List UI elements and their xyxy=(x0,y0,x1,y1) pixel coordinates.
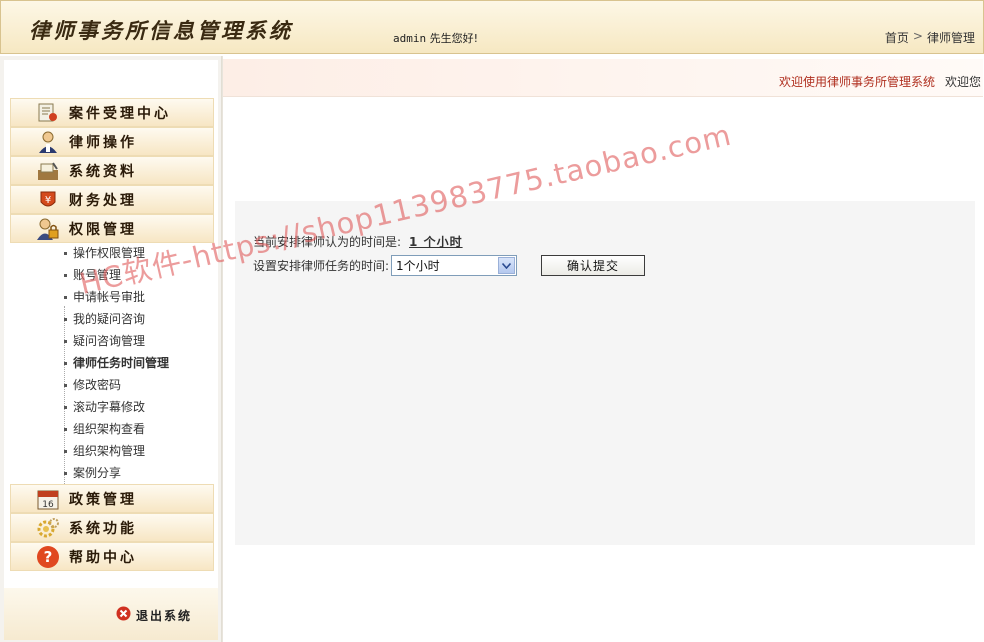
submenu-item[interactable]: 组织架构管理 xyxy=(64,439,145,461)
case-icon xyxy=(35,101,61,125)
bullet-icon xyxy=(64,361,67,365)
breadcrumb-current: 律师管理 xyxy=(926,31,975,45)
menu-label: 政策管理 xyxy=(69,491,137,508)
logout-area: 退出系统 xyxy=(4,588,218,640)
menu-case-center[interactable]: 案件受理中心 xyxy=(10,98,214,127)
sidebar-menu-panel: 案件受理中心 律师操作 系统资料 ¥ 财务处理 权限管理 操作权限管理 账号管理… xyxy=(4,60,218,590)
marquee-more: 欢迎您 xyxy=(945,75,982,89)
menu-system-function[interactable]: 系统功能 xyxy=(10,513,214,542)
time-select[interactable]: 1个小时 xyxy=(391,255,518,276)
submenu-label: 组织架构管理 xyxy=(73,443,146,458)
finance-icon: ¥ xyxy=(35,188,61,212)
submenu-label: 疑问咨询管理 xyxy=(73,333,146,348)
system-data-icon xyxy=(35,159,61,183)
menu-help-center[interactable]: ? 帮助中心 xyxy=(10,542,214,571)
submenu-label: 申请帐号审批 xyxy=(73,289,146,304)
logout-label: 退出系统 xyxy=(136,608,193,623)
menu-system-data[interactable]: 系统资料 xyxy=(10,156,214,185)
menu-label: 系统资料 xyxy=(69,163,137,180)
submenu-label: 组织架构查看 xyxy=(73,421,146,436)
submenu-label: 我的疑问咨询 xyxy=(73,311,146,326)
bullet-icon xyxy=(64,449,67,453)
permission-icon xyxy=(35,217,61,241)
submenu-item[interactable]: 滚动字幕修改 xyxy=(64,395,145,417)
submenu-label: 账号管理 xyxy=(73,267,122,282)
menu-lawyer-operation[interactable]: 律师操作 xyxy=(10,127,214,156)
task-time-panel: 当前安排律师认为的时间是: 1 个小时 设置安排律师任务的时间: 1个小时 确认… xyxy=(235,201,975,545)
set-time-row: 设置安排律师任务的时间: 1个小时 xyxy=(253,255,518,276)
menu-label: 律师操作 xyxy=(69,134,137,151)
chevron-down-icon[interactable] xyxy=(498,257,516,274)
submenu-item[interactable]: 案例分享 xyxy=(64,461,121,483)
page: 律师事务所信息管理系统 admin 先生您好! 首页 > 律师管理 案件受理中心 xyxy=(0,0,984,642)
submenu-item[interactable]: 组织架构查看 xyxy=(64,417,145,439)
submenu-label: 律师任务时间管理 xyxy=(73,355,170,370)
breadcrumb-separator: > xyxy=(912,29,923,43)
greeting: admin 先生您好! xyxy=(393,30,478,46)
menu-label: 权限管理 xyxy=(69,221,137,238)
menu-label: 案件受理中心 xyxy=(69,105,171,122)
submenu-label: 案例分享 xyxy=(73,465,122,480)
bullet-icon xyxy=(64,251,67,255)
gear-icon xyxy=(35,516,61,540)
calendar-icon: 16 xyxy=(35,487,61,511)
bullet-icon xyxy=(64,339,67,343)
menu-policy[interactable]: 16 政策管理 xyxy=(10,484,214,513)
submenu-item[interactable]: 申请帐号审批 xyxy=(64,285,145,307)
logout-button[interactable]: 退出系统 xyxy=(116,606,192,624)
help-icon: ? xyxy=(35,545,61,569)
time-select-value: 1个小时 xyxy=(396,259,440,273)
app-title: 律师事务所信息管理系统 xyxy=(29,18,293,43)
bullet-icon xyxy=(64,471,67,475)
logout-icon xyxy=(116,606,131,624)
submenu-item[interactable]: 账号管理 xyxy=(64,263,121,285)
bullet-icon xyxy=(64,295,67,299)
submenu-label: 滚动字幕修改 xyxy=(73,399,146,414)
submit-button[interactable]: 确认提交 xyxy=(541,255,645,276)
submenu-item[interactable]: 操作权限管理 xyxy=(64,241,145,263)
submenu-item[interactable]: 疑问咨询管理 xyxy=(64,329,145,351)
menu-label: 帮助中心 xyxy=(69,549,137,566)
greeting-text: 先生您好! xyxy=(429,32,479,45)
sidebar: 案件受理中心 律师操作 系统资料 ¥ 财务处理 权限管理 操作权限管理 账号管理… xyxy=(0,56,222,642)
lawyer-icon xyxy=(35,130,61,154)
current-time-label: 当前安排律师认为的时间是: xyxy=(253,235,402,249)
current-time-value: 1 个小时 xyxy=(409,235,463,249)
bullet-icon xyxy=(64,405,67,409)
submenu-item[interactable]: 我的疑问咨询 xyxy=(64,307,145,329)
submenu-label: 修改密码 xyxy=(73,377,122,392)
menu-permission[interactable]: 权限管理 xyxy=(10,214,214,243)
main-content: 欢迎使用律师事务所管理系统 欢迎您 当前安排律师认为的时间是: 1 个小时 设置安… xyxy=(222,56,984,642)
svg-text:16: 16 xyxy=(42,500,54,510)
header-bar: 律师事务所信息管理系统 admin 先生您好! 首页 > 律师管理 xyxy=(0,0,984,54)
bullet-icon xyxy=(64,383,67,387)
svg-text:?: ? xyxy=(44,548,53,566)
submenu-item-active[interactable]: 律师任务时间管理 xyxy=(64,351,169,373)
current-time-row: 当前安排律师认为的时间是: 1 个小时 xyxy=(253,233,463,250)
breadcrumb-home[interactable]: 首页 xyxy=(885,29,909,46)
bullet-icon xyxy=(64,273,67,277)
marquee-bar: 欢迎使用律师事务所管理系统 欢迎您 xyxy=(223,59,983,97)
marquee-text: 欢迎使用律师事务所管理系统 欢迎您 xyxy=(779,73,981,90)
menu-finance[interactable]: ¥ 财务处理 xyxy=(10,185,214,214)
bullet-icon xyxy=(64,317,67,321)
menu-label: 财务处理 xyxy=(69,192,137,209)
menu-label: 系统功能 xyxy=(69,520,137,537)
breadcrumb: 首页 > 律师管理 xyxy=(885,29,975,46)
set-time-label: 设置安排律师任务的时间: xyxy=(253,259,390,273)
submenu-label: 操作权限管理 xyxy=(73,245,146,260)
marquee-welcome: 欢迎使用律师事务所管理系统 xyxy=(779,75,936,89)
submenu-item[interactable]: 修改密码 xyxy=(64,373,121,395)
greeting-user: admin xyxy=(393,32,427,45)
svg-text:¥: ¥ xyxy=(45,195,51,206)
bullet-icon xyxy=(64,427,67,431)
